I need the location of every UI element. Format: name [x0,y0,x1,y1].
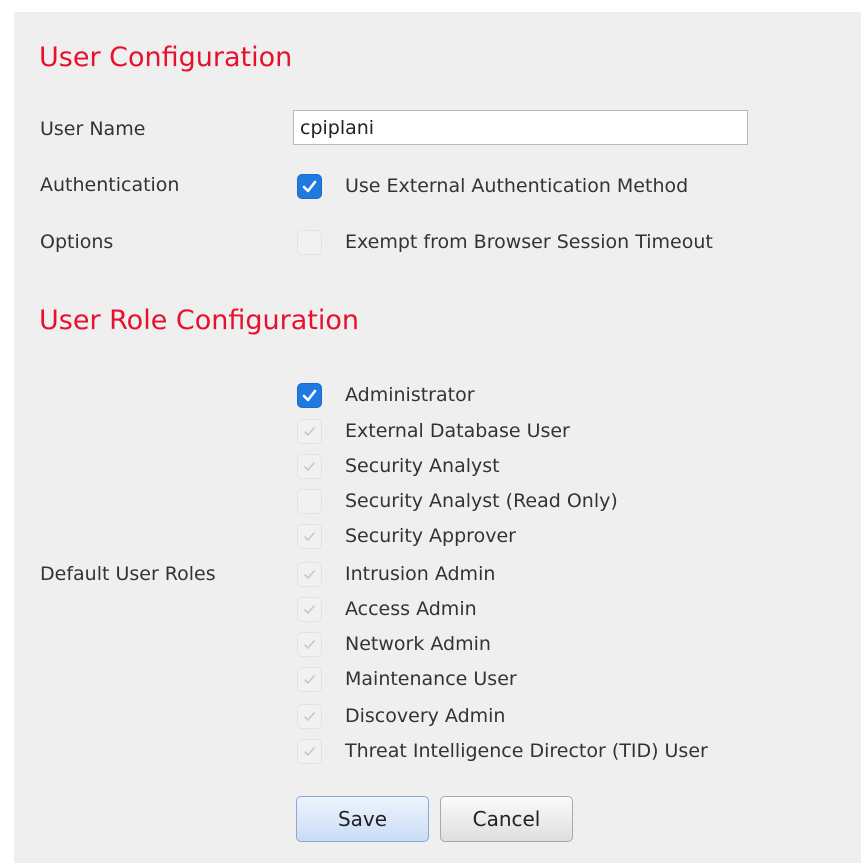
role-security-approver[interactable]: Security Approver [297,523,516,549]
role-checkbox[interactable] [297,738,322,764]
role-checkbox[interactable] [297,703,322,729]
role-label: External Database User [345,420,570,442]
user-name-label: User Name [40,118,146,140]
role-checkbox[interactable] [297,418,322,444]
role-label: Access Admin [345,598,477,620]
checkmark-icon [304,604,315,614]
checkmark-icon [304,426,315,436]
user-role-configuration-heading: User Role Configuration [39,305,359,336]
role-checkbox[interactable] [297,523,322,549]
default-user-roles-label: Default User Roles [40,563,216,585]
role-access-admin[interactable]: Access Admin [297,596,477,622]
role-label: Network Admin [345,633,491,655]
checkmark-icon [304,674,315,684]
role-checkbox[interactable] [297,453,322,479]
role-label: Discovery Admin [345,705,506,727]
role-checkbox[interactable] [297,382,322,408]
role-checkbox[interactable] [297,631,322,657]
checkmark-icon [302,180,317,192]
role-checkbox[interactable] [297,596,322,622]
role-checkbox[interactable] [297,561,322,587]
role-security-analyst[interactable]: Security Analyst [297,453,500,479]
role-tid-user[interactable]: Threat Intelligence Director (TID) User [297,738,708,764]
role-label: Intrusion Admin [345,563,496,585]
checkmark-icon [304,461,315,471]
role-label: Threat Intelligence Director (TID) User [345,740,708,762]
role-security-analyst-read-only[interactable]: Security Analyst (Read Only) [297,488,618,514]
role-network-admin[interactable]: Network Admin [297,631,491,657]
user-name-input[interactable] [293,110,748,145]
role-external-database-user[interactable]: External Database User [297,418,570,444]
external-auth-label: Use External Authentication Method [345,175,689,197]
user-configuration-heading: User Configuration [39,42,293,73]
exempt-timeout-option[interactable]: Exempt from Browser Session Timeout [297,229,713,255]
checkmark-icon [302,389,317,401]
exempt-timeout-label: Exempt from Browser Session Timeout [345,231,713,253]
role-label: Security Analyst [345,455,500,477]
external-auth-option[interactable]: Use External Authentication Method [297,173,688,199]
role-checkbox[interactable] [297,666,322,692]
role-label: Maintenance User [345,668,517,690]
role-maintenance-user[interactable]: Maintenance User [297,666,517,692]
cancel-button[interactable]: Cancel [440,796,573,842]
role-label: Administrator [345,384,475,406]
checkmark-icon [304,746,315,756]
role-label: Security Approver [345,525,516,547]
role-administrator[interactable]: Administrator [297,382,475,408]
checkmark-icon [304,639,315,649]
checkmark-icon [304,711,315,721]
role-label: Security Analyst (Read Only) [345,490,618,512]
checkmark-icon [304,569,315,579]
role-checkbox[interactable] [297,488,322,514]
exempt-timeout-checkbox[interactable] [297,229,322,255]
save-button[interactable]: Save [296,796,429,842]
checkmark-icon [304,531,315,541]
external-auth-checkbox[interactable] [297,173,322,199]
options-label: Options [40,231,114,253]
authentication-label: Authentication [40,174,180,196]
role-discovery-admin[interactable]: Discovery Admin [297,703,505,729]
role-intrusion-admin[interactable]: Intrusion Admin [297,561,495,587]
